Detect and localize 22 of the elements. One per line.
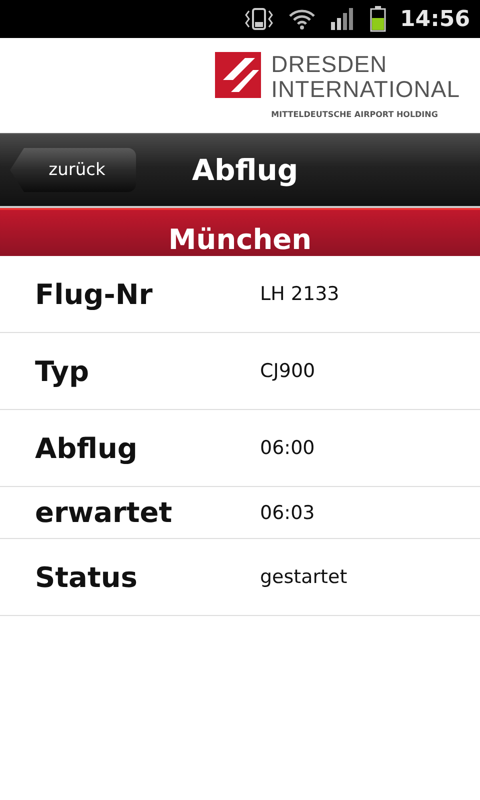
field-label: Abflug	[34, 432, 138, 464]
field-value: CJ900	[260, 360, 316, 382]
field-label: erwartet	[34, 496, 174, 529]
wifi-icon	[288, 8, 316, 30]
clock-time: 14:56	[400, 6, 470, 32]
field-value: 06:03	[260, 502, 315, 524]
logo-icon	[215, 52, 262, 98]
battery-icon	[370, 6, 386, 32]
field-label: Status	[34, 560, 138, 594]
field-value: gestartet	[260, 566, 348, 588]
logo-text: INTERNATIONAL	[271, 77, 460, 102]
logo-tagline: MITTELDEUTSCHE AIRPORT HOLDING	[271, 110, 439, 119]
logo-text: DRESDEN	[271, 52, 388, 77]
field-label: Typ	[34, 354, 90, 388]
field-value: LH 2133	[260, 283, 340, 305]
back-button[interactable]: zurück	[10, 148, 136, 192]
vibrate-icon	[244, 7, 274, 31]
destination-banner: München	[0, 208, 480, 256]
signal-icon	[330, 8, 356, 30]
page-title: Abflug	[192, 153, 298, 187]
field-value: 06:00	[260, 437, 315, 459]
field-label: Flug-Nr	[34, 278, 154, 310]
